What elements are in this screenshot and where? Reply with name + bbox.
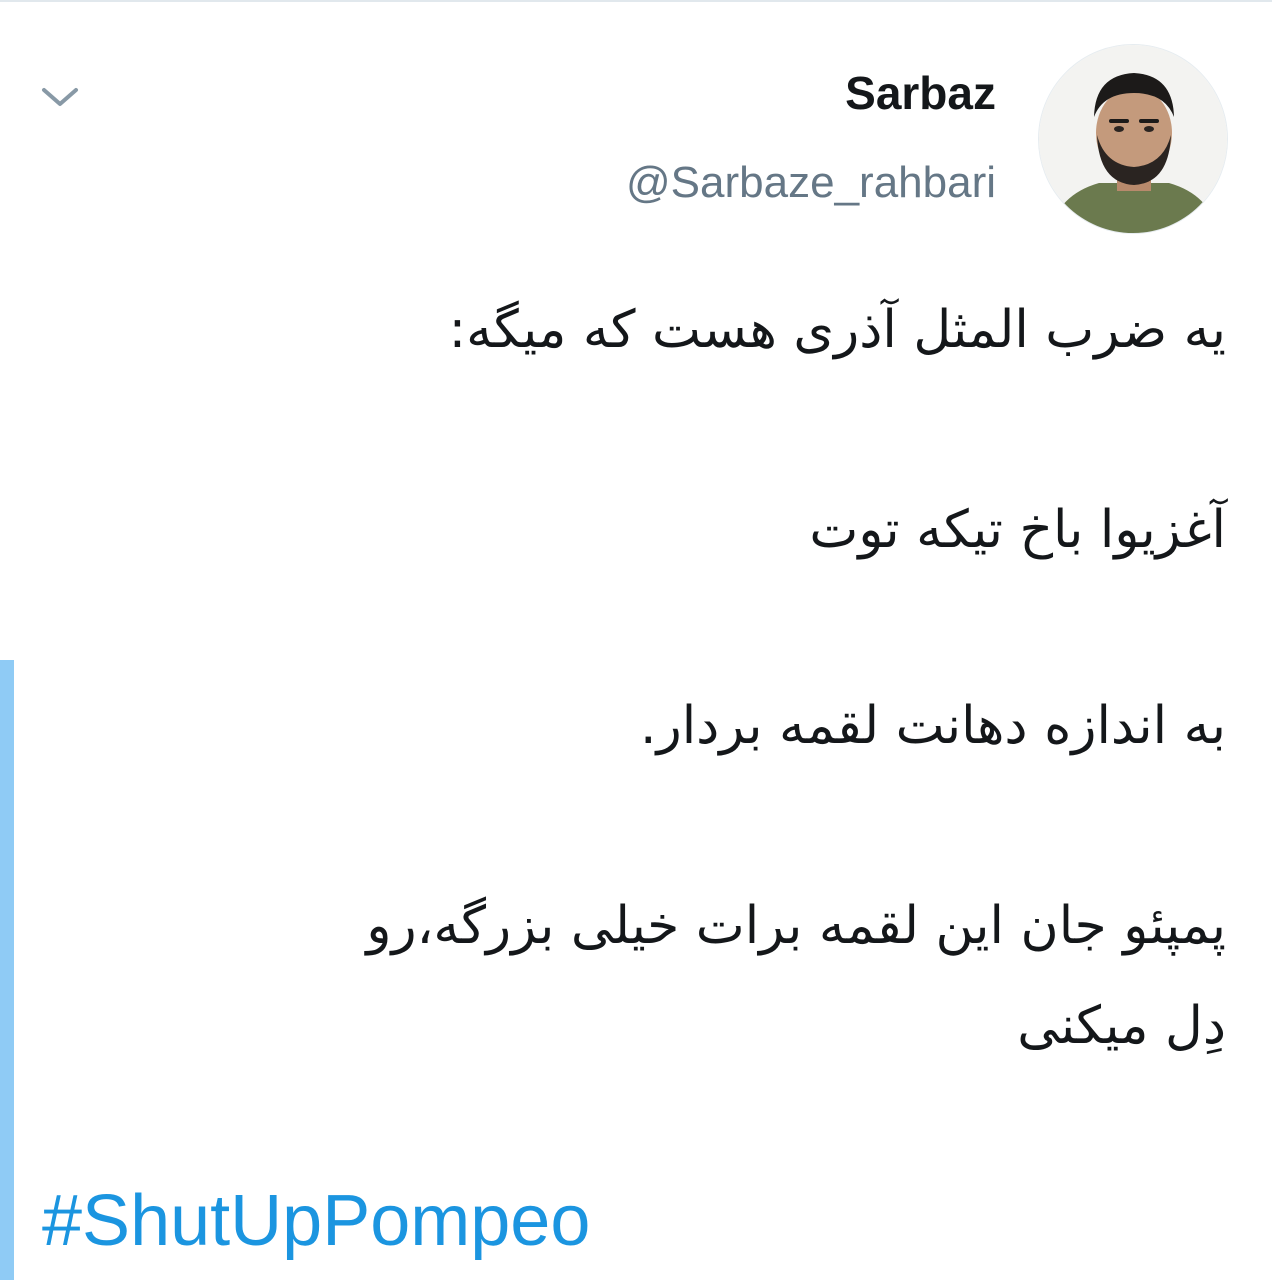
author-handle[interactable]: @Sarbaze_rahbari (626, 158, 996, 208)
author-display-name[interactable]: Sarbaz (845, 66, 996, 120)
tweet-card: Sarbaz @Sarbaze_rahbari یه ضرب المثل آذر… (0, 0, 1272, 1280)
hashtag-link[interactable]: #ShutUpPompeo (42, 1180, 590, 1262)
chevron-down-icon (42, 88, 78, 106)
avatar[interactable] (1038, 44, 1228, 234)
tweet-text-line-5: دِل میکنی (1017, 996, 1226, 1056)
tweet-text-line-3: به اندازه دهانت لقمه بردار. (640, 696, 1226, 756)
tweet-menu-button[interactable] (36, 76, 84, 116)
top-divider (0, 0, 1272, 2)
thread-connector-line (0, 660, 14, 1280)
tweet-text-line-2: آغزیوا باخ تیکه توت (809, 500, 1226, 560)
tweet-text-line-4: پمپئو جان این لقمه برات خیلی بزرگه،رو (366, 896, 1226, 956)
user-photo-avatar-icon (1039, 45, 1227, 233)
tweet-text-line-1: یه ضرب المثل آذری هست که میگه: (448, 300, 1226, 360)
